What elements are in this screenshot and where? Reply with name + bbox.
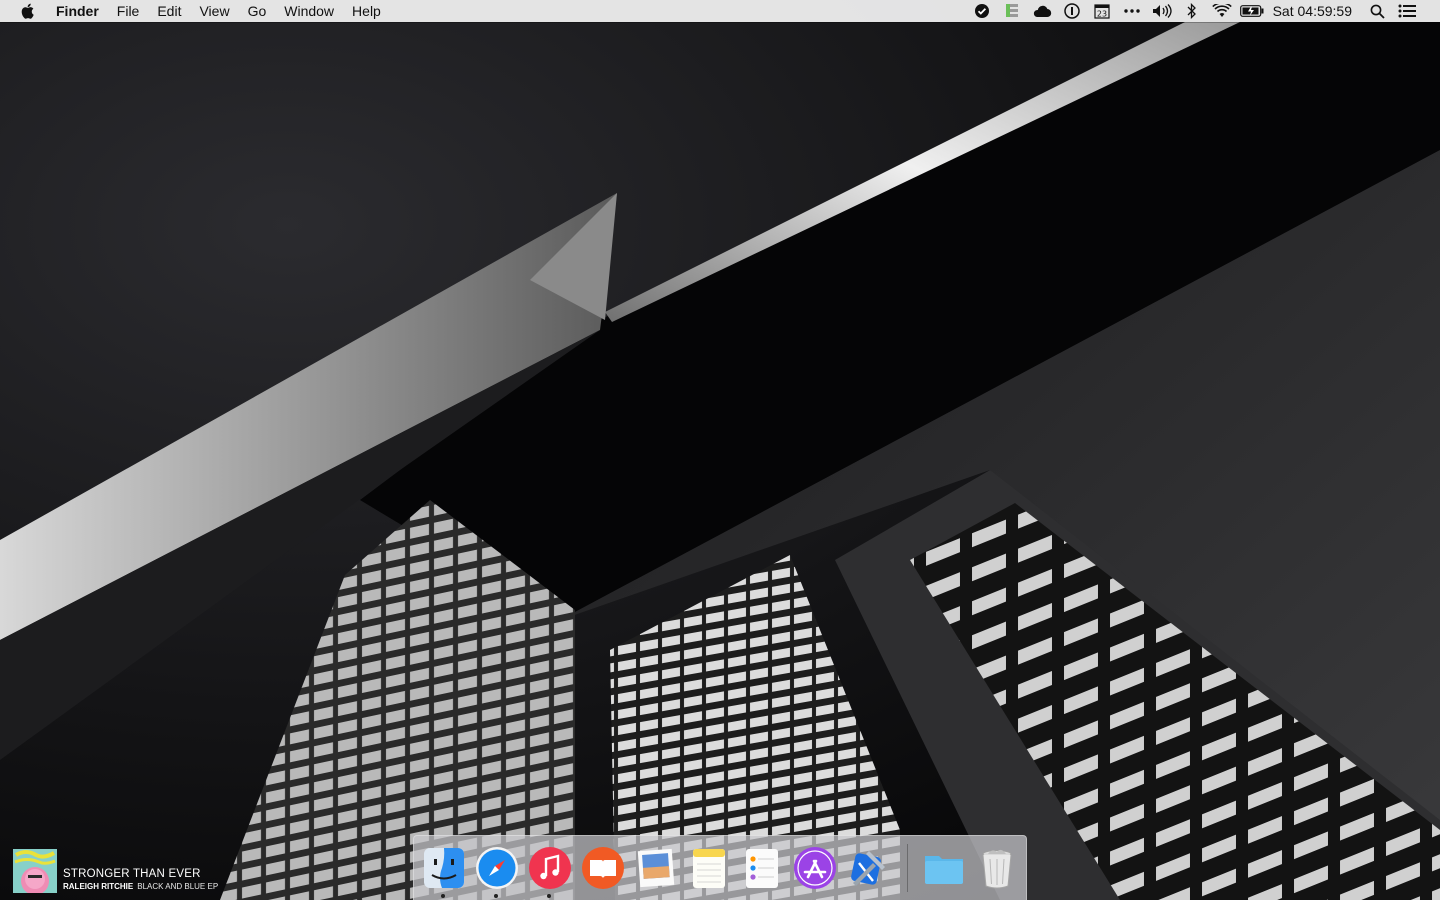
volume-icon[interactable] [1147, 0, 1177, 22]
menu-go[interactable]: Go [239, 0, 276, 22]
menu-bar: Finder File Edit View Go Window Help 23 [0, 0, 1440, 22]
now-playing-album: BLACK AND BLUE EP [137, 882, 219, 891]
calendar-day: 23 [1097, 10, 1107, 19]
now-playing-widget[interactable]: STRONGER THAN EVER RALEIGH RITCHIE BLACK … [13, 849, 273, 893]
checkmark-circle-icon[interactable] [967, 0, 997, 22]
dock [413, 835, 1027, 900]
notes-icon[interactable] [686, 845, 732, 891]
preview-icon[interactable] [633, 845, 679, 891]
menu-view[interactable]: View [190, 0, 238, 22]
album-art [13, 849, 57, 893]
app-menu-finder[interactable]: Finder [47, 0, 108, 22]
dock-separator [907, 844, 908, 892]
running-indicator [494, 894, 498, 898]
wifi-icon[interactable] [1207, 0, 1237, 22]
reminders-icon[interactable] [739, 845, 785, 891]
ellipsis-icon[interactable] [1117, 0, 1147, 22]
trash-icon[interactable] [974, 845, 1020, 891]
bluetooth-icon[interactable] [1177, 0, 1207, 22]
spotlight-search-icon[interactable] [1362, 0, 1392, 22]
now-playing-title: STRONGER THAN EVER [63, 868, 201, 880]
apple-menu-icon[interactable] [20, 3, 36, 19]
app-store-icon[interactable] [792, 845, 838, 891]
stack-icon[interactable] [997, 0, 1027, 22]
menu-file[interactable]: File [108, 0, 149, 22]
calendar-icon[interactable]: 23 [1087, 0, 1117, 22]
safari-icon[interactable] [474, 845, 520, 891]
battery-charging-icon[interactable] [1237, 0, 1267, 22]
finder-icon[interactable] [421, 845, 467, 891]
desktop-wallpaper [0, 0, 1440, 900]
cloud-icon[interactable] [1027, 0, 1057, 22]
ibooks-icon[interactable] [580, 845, 626, 891]
one-password-icon[interactable] [1057, 0, 1087, 22]
xcode-icon[interactable] [845, 845, 891, 891]
menu-help[interactable]: Help [343, 0, 390, 22]
folder-icon[interactable] [921, 845, 967, 891]
menu-window[interactable]: Window [275, 0, 343, 22]
menubar-clock[interactable]: Sat 04:59:59 [1267, 0, 1362, 22]
now-playing-artist: RALEIGH RITCHIE [63, 882, 134, 891]
running-indicator [441, 894, 445, 898]
running-indicator [547, 894, 551, 898]
itunes-icon[interactable] [527, 845, 573, 891]
menu-edit[interactable]: Edit [148, 0, 190, 22]
notification-center-icon[interactable] [1392, 0, 1422, 22]
